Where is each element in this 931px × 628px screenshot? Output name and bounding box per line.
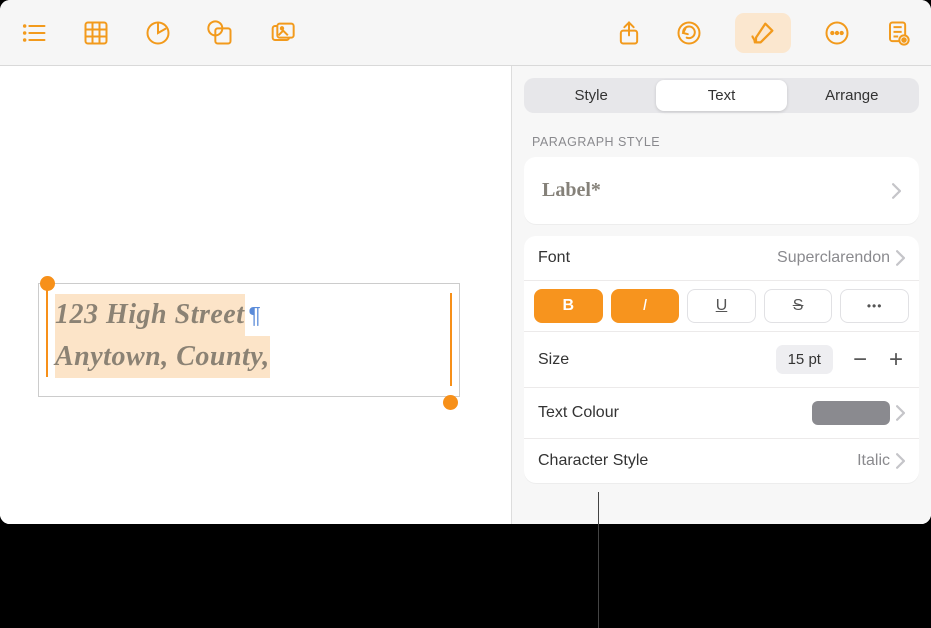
paragraph-style-name: Label* xyxy=(542,179,601,202)
chevron-right-icon xyxy=(896,453,905,469)
tab-arrange[interactable]: Arrange xyxy=(787,80,917,111)
chevron-right-icon xyxy=(892,183,901,199)
font-row[interactable]: Font Superclarendon xyxy=(524,236,919,281)
colour-swatch[interactable] xyxy=(812,401,890,425)
chart-icon[interactable] xyxy=(144,19,172,47)
size-decrease-button[interactable]: − xyxy=(851,348,869,372)
canvas[interactable]: 123 High Street¶ Anytown, County, xyxy=(0,66,511,524)
inspector-panel: Style Text Arrange PARAGRAPH STYLE Label… xyxy=(511,66,931,524)
textbox-line-2: Anytown, County, xyxy=(55,336,270,378)
character-style-value: Italic xyxy=(857,452,890,470)
size-label: Size xyxy=(538,351,569,369)
size-increase-button[interactable]: + xyxy=(887,348,905,372)
shapes-icon[interactable] xyxy=(206,19,234,47)
more-icon[interactable] xyxy=(823,19,851,47)
paragraph-style-picker[interactable]: Label* xyxy=(524,157,919,224)
textbox-selection[interactable]: 123 High Street¶ Anytown, County, xyxy=(38,283,460,397)
undo-icon[interactable] xyxy=(675,19,703,47)
italic-button[interactable]: I xyxy=(611,289,680,323)
inspector-tabs: Style Text Arrange xyxy=(524,78,919,113)
media-icon[interactable] xyxy=(268,19,296,47)
toolbar-right-group xyxy=(615,13,911,53)
selection-caret-end xyxy=(450,293,452,386)
font-label: Font xyxy=(538,249,570,267)
textbox-line-1: 123 High Street xyxy=(55,294,245,336)
format-brush-icon[interactable] xyxy=(735,13,791,53)
selection-handle-start[interactable] xyxy=(40,276,55,291)
chevron-right-icon xyxy=(896,250,905,266)
underline-button[interactable]: U xyxy=(687,289,756,323)
textbox-frame: 123 High Street¶ Anytown, County, xyxy=(38,283,460,397)
share-icon[interactable] xyxy=(615,19,643,47)
toolbar-left-group xyxy=(20,19,296,47)
text-colour-row[interactable]: Text Colour xyxy=(524,388,919,439)
paragraph-style-card: Label* xyxy=(524,157,919,224)
app-window: 123 High Street¶ Anytown, County, Style … xyxy=(0,0,931,524)
more-format-button[interactable]: ••• xyxy=(840,289,909,323)
main-content: 123 High Street¶ Anytown, County, Style … xyxy=(0,66,931,524)
font-card: Font Superclarendon B I U S ••• xyxy=(524,236,919,483)
character-style-row[interactable]: Character Style Italic xyxy=(524,439,919,483)
format-buttons-row: B I U S ••• xyxy=(524,281,919,332)
bold-button[interactable]: B xyxy=(534,289,603,323)
text-colour-label: Text Colour xyxy=(538,404,619,422)
tab-text[interactable]: Text xyxy=(656,80,786,111)
size-value[interactable]: 15 pt xyxy=(776,345,833,374)
selection-handle-end[interactable] xyxy=(443,395,458,410)
font-value: Superclarendon xyxy=(777,249,890,267)
callout-line xyxy=(598,492,599,628)
selection-caret-start xyxy=(46,284,48,377)
strikethrough-button[interactable]: S xyxy=(764,289,833,323)
table-icon[interactable] xyxy=(82,19,110,47)
size-row: Size 15 pt − + xyxy=(524,332,919,388)
tab-style[interactable]: Style xyxy=(526,80,656,111)
paragraph-style-header: PARAGRAPH STYLE xyxy=(524,133,919,157)
pilcrow-icon: ¶ xyxy=(245,302,261,329)
document-icon[interactable] xyxy=(883,19,911,47)
list-icon[interactable] xyxy=(20,19,48,47)
chevron-right-icon xyxy=(896,405,905,421)
character-style-label: Character Style xyxy=(538,452,648,470)
toolbar xyxy=(0,0,931,66)
